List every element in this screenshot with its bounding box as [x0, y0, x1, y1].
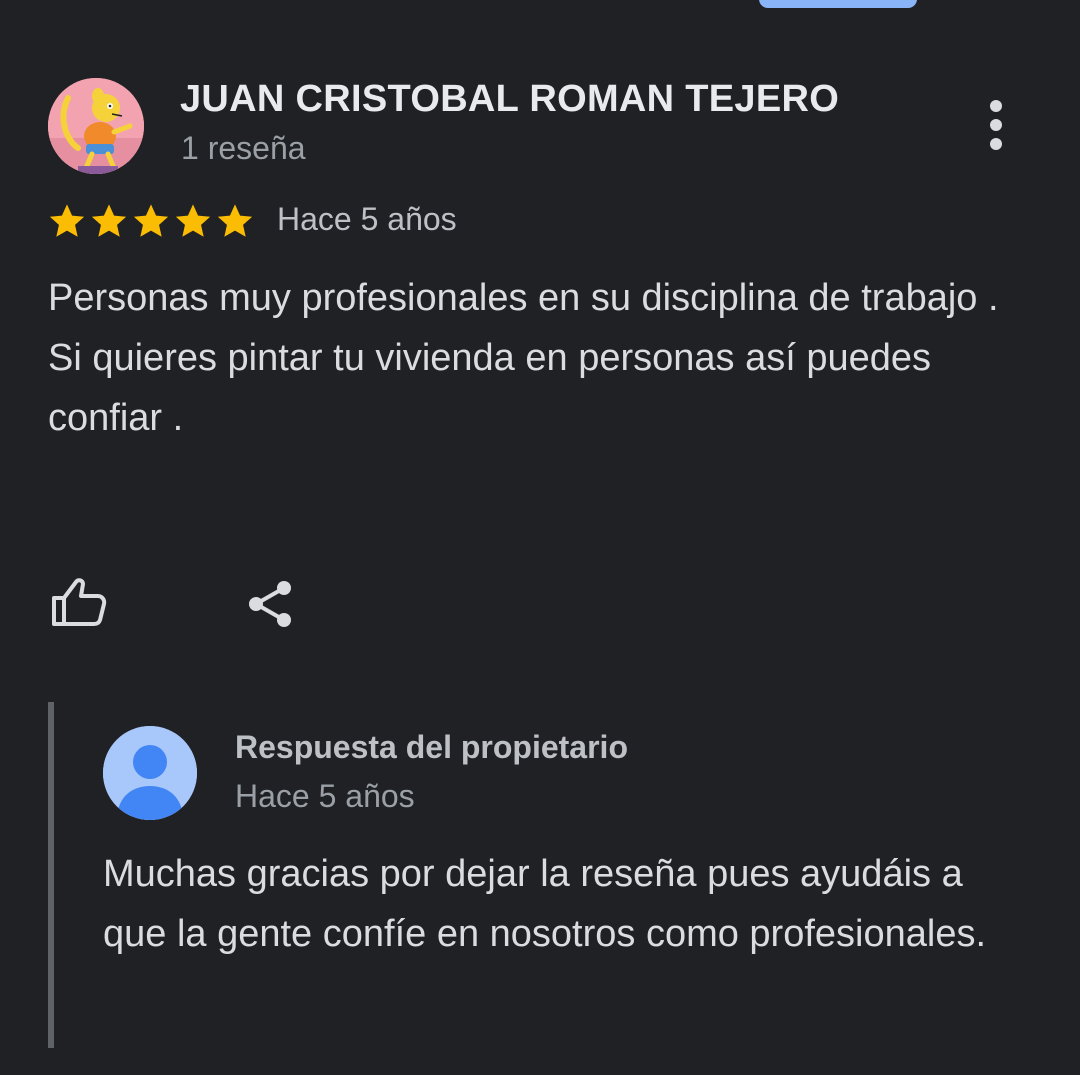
owner-response-date: Hace 5 años	[235, 778, 415, 814]
star-icon	[133, 204, 169, 237]
star-icon	[49, 204, 85, 237]
review-text: Personas muy profesionales en su discipl…	[48, 277, 999, 439]
reply-divider	[48, 702, 54, 1048]
reviewer-review-count: 1 reseña	[181, 130, 306, 166]
cartoon-avatar-image	[48, 78, 144, 174]
star-rating	[46, 200, 256, 242]
owner-avatar	[103, 726, 197, 820]
more-options-button[interactable]	[976, 96, 1016, 154]
star-icon	[175, 204, 211, 237]
thumb-up-icon	[52, 578, 107, 626]
share-button[interactable]	[244, 578, 296, 630]
active-tab-indicator	[759, 0, 917, 8]
owner-response-title: Respuesta del propietario	[235, 729, 628, 765]
owner-response-text: Muchas gracias por dejar la reseña pues …	[103, 853, 987, 955]
like-button[interactable]	[50, 576, 108, 628]
star-icon	[91, 204, 127, 237]
review-date: Hace 5 años	[277, 201, 457, 237]
share-icon	[249, 581, 291, 627]
more-vert-icon-dot	[990, 138, 1002, 150]
reviewer-name[interactable]: JUAN CRISTOBAL ROMAN TEJERO	[180, 78, 839, 121]
default-person-icon	[103, 726, 197, 820]
star-icon	[217, 204, 253, 237]
more-vert-icon-dot	[990, 119, 1002, 131]
more-vert-icon	[990, 100, 1002, 112]
reviewer-avatar[interactable]	[48, 78, 144, 174]
